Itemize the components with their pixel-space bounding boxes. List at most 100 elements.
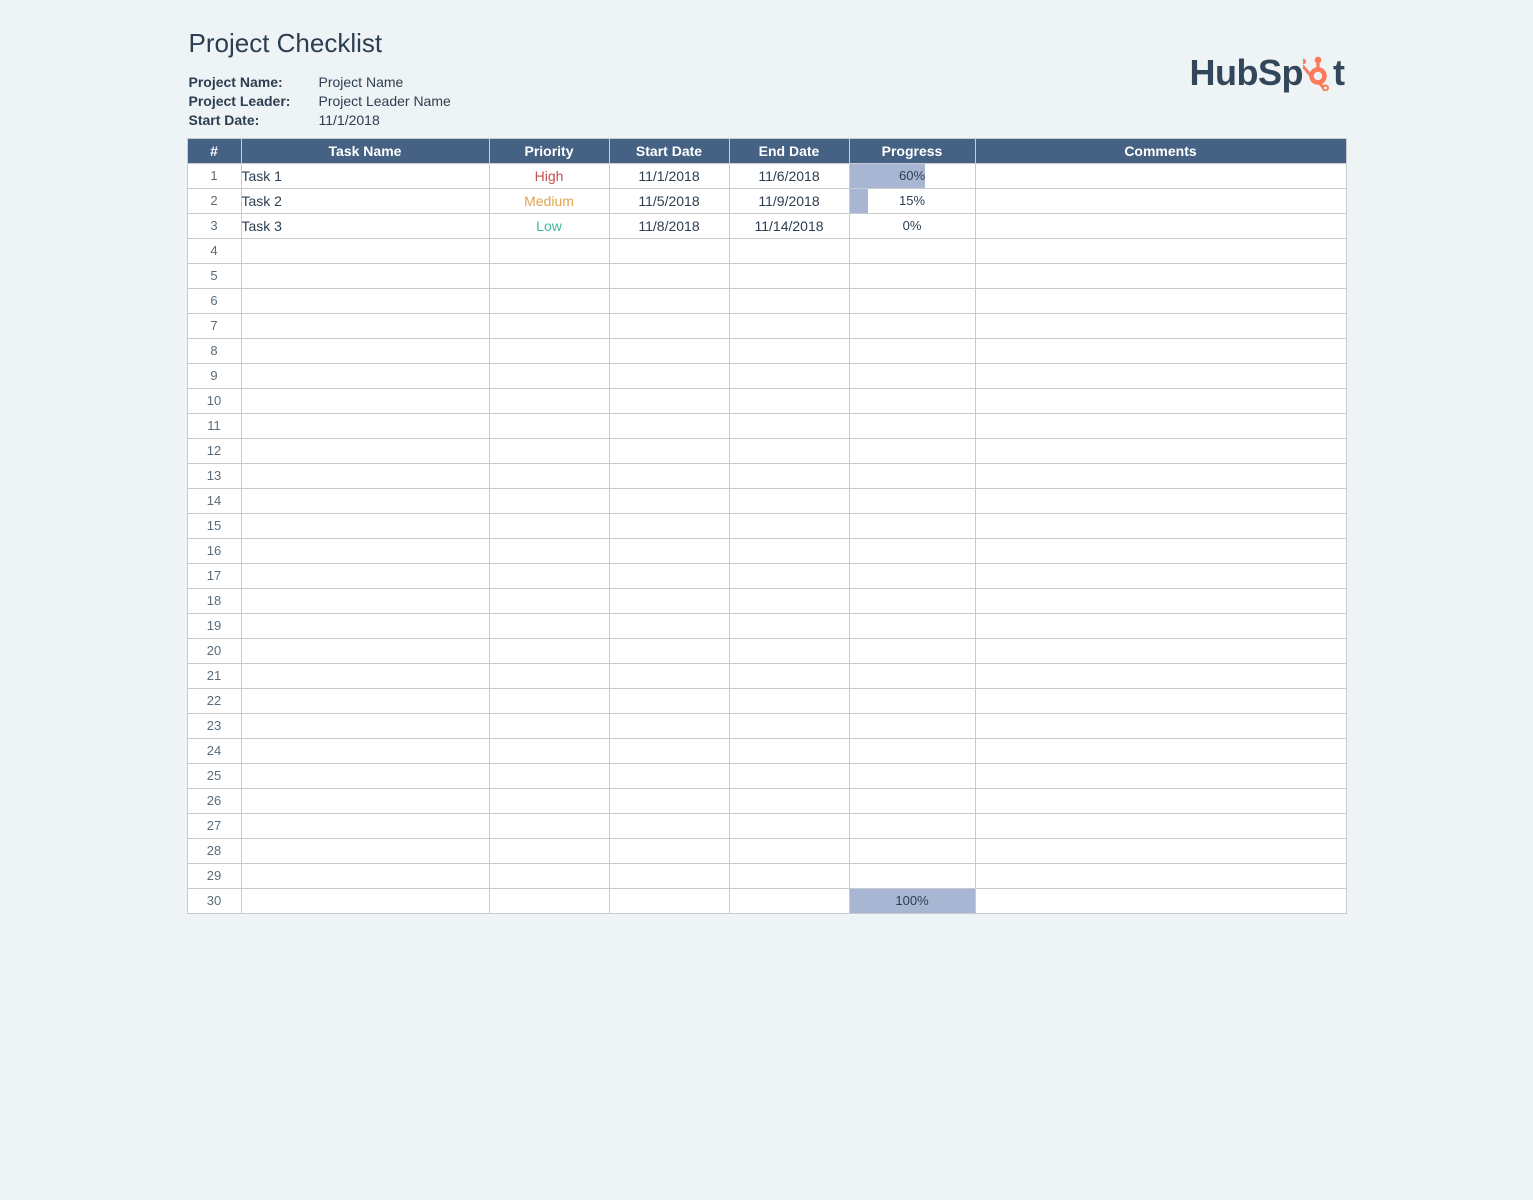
task-name-cell[interactable] [241,638,489,663]
priority-cell[interactable] [489,513,609,538]
end-date-cell[interactable] [729,338,849,363]
task-name-cell[interactable] [241,688,489,713]
priority-cell[interactable] [489,888,609,913]
priority-cell[interactable] [489,488,609,513]
start-date-cell[interactable] [609,563,729,588]
progress-cell[interactable] [849,513,975,538]
task-name-cell[interactable] [241,613,489,638]
comments-cell[interactable] [975,363,1346,388]
priority-cell[interactable] [489,663,609,688]
progress-cell[interactable] [849,263,975,288]
start-date-cell[interactable] [609,488,729,513]
task-name-cell[interactable] [241,788,489,813]
end-date-cell[interactable] [729,863,849,888]
end-date-cell[interactable] [729,463,849,488]
comments-cell[interactable] [975,563,1346,588]
start-date-cell[interactable] [609,588,729,613]
priority-cell[interactable] [489,563,609,588]
start-date-cell[interactable] [609,788,729,813]
priority-cell[interactable] [489,738,609,763]
progress-cell[interactable] [849,613,975,638]
start-date-cell[interactable] [609,388,729,413]
end-date-cell[interactable] [729,313,849,338]
priority-cell[interactable] [489,263,609,288]
end-date-cell[interactable] [729,888,849,913]
meta-start-date-value[interactable]: 11/1/2018 [319,111,380,130]
task-name-cell[interactable] [241,588,489,613]
task-name-cell[interactable] [241,863,489,888]
progress-cell[interactable] [849,788,975,813]
priority-cell[interactable] [489,338,609,363]
start-date-cell[interactable] [609,663,729,688]
comments-cell[interactable] [975,663,1346,688]
comments-cell[interactable] [975,863,1346,888]
comments-cell[interactable] [975,513,1346,538]
task-name-cell[interactable] [241,288,489,313]
end-date-cell[interactable] [729,713,849,738]
end-date-cell[interactable] [729,488,849,513]
end-date-cell[interactable] [729,613,849,638]
start-date-cell[interactable] [609,763,729,788]
task-name-cell[interactable] [241,888,489,913]
comments-cell[interactable] [975,188,1346,213]
progress-cell[interactable] [849,338,975,363]
progress-cell[interactable]: 15% [849,188,975,213]
start-date-cell[interactable] [609,513,729,538]
progress-cell[interactable] [849,463,975,488]
comments-cell[interactable] [975,288,1346,313]
start-date-cell[interactable] [609,263,729,288]
progress-cell[interactable] [849,688,975,713]
end-date-cell[interactable] [729,788,849,813]
start-date-cell[interactable] [609,638,729,663]
progress-cell[interactable] [849,413,975,438]
start-date-cell[interactable] [609,338,729,363]
start-date-cell[interactable] [609,888,729,913]
progress-cell[interactable] [849,588,975,613]
progress-cell[interactable]: 60% [849,163,975,188]
comments-cell[interactable] [975,163,1346,188]
progress-cell[interactable] [849,638,975,663]
end-date-cell[interactable] [729,588,849,613]
progress-cell[interactable] [849,488,975,513]
task-name-cell[interactable] [241,563,489,588]
task-name-cell[interactable]: Task 3 [241,213,489,238]
start-date-cell[interactable] [609,738,729,763]
start-date-cell[interactable]: 11/8/2018 [609,213,729,238]
start-date-cell[interactable] [609,438,729,463]
comments-cell[interactable] [975,638,1346,663]
progress-cell[interactable] [849,313,975,338]
comments-cell[interactable] [975,488,1346,513]
end-date-cell[interactable] [729,238,849,263]
end-date-cell[interactable] [729,663,849,688]
start-date-cell[interactable] [609,713,729,738]
priority-cell[interactable] [489,863,609,888]
comments-cell[interactable] [975,813,1346,838]
task-name-cell[interactable] [241,438,489,463]
priority-cell[interactable] [489,838,609,863]
comments-cell[interactable] [975,388,1346,413]
comments-cell[interactable] [975,213,1346,238]
priority-cell[interactable] [489,238,609,263]
comments-cell[interactable] [975,713,1346,738]
end-date-cell[interactable] [729,388,849,413]
task-name-cell[interactable] [241,538,489,563]
task-name-cell[interactable] [241,388,489,413]
comments-cell[interactable] [975,538,1346,563]
end-date-cell[interactable] [729,763,849,788]
progress-cell[interactable] [849,288,975,313]
comments-cell[interactable] [975,263,1346,288]
end-date-cell[interactable]: 11/9/2018 [729,188,849,213]
start-date-cell[interactable] [609,238,729,263]
start-date-cell[interactable]: 11/1/2018 [609,163,729,188]
comments-cell[interactable] [975,763,1346,788]
comments-cell[interactable] [975,838,1346,863]
priority-cell[interactable] [489,463,609,488]
comments-cell[interactable] [975,688,1346,713]
end-date-cell[interactable] [729,263,849,288]
start-date-cell[interactable] [609,538,729,563]
priority-cell[interactable] [489,688,609,713]
start-date-cell[interactable]: 11/5/2018 [609,188,729,213]
progress-cell[interactable] [849,813,975,838]
task-name-cell[interactable] [241,713,489,738]
task-name-cell[interactable] [241,738,489,763]
